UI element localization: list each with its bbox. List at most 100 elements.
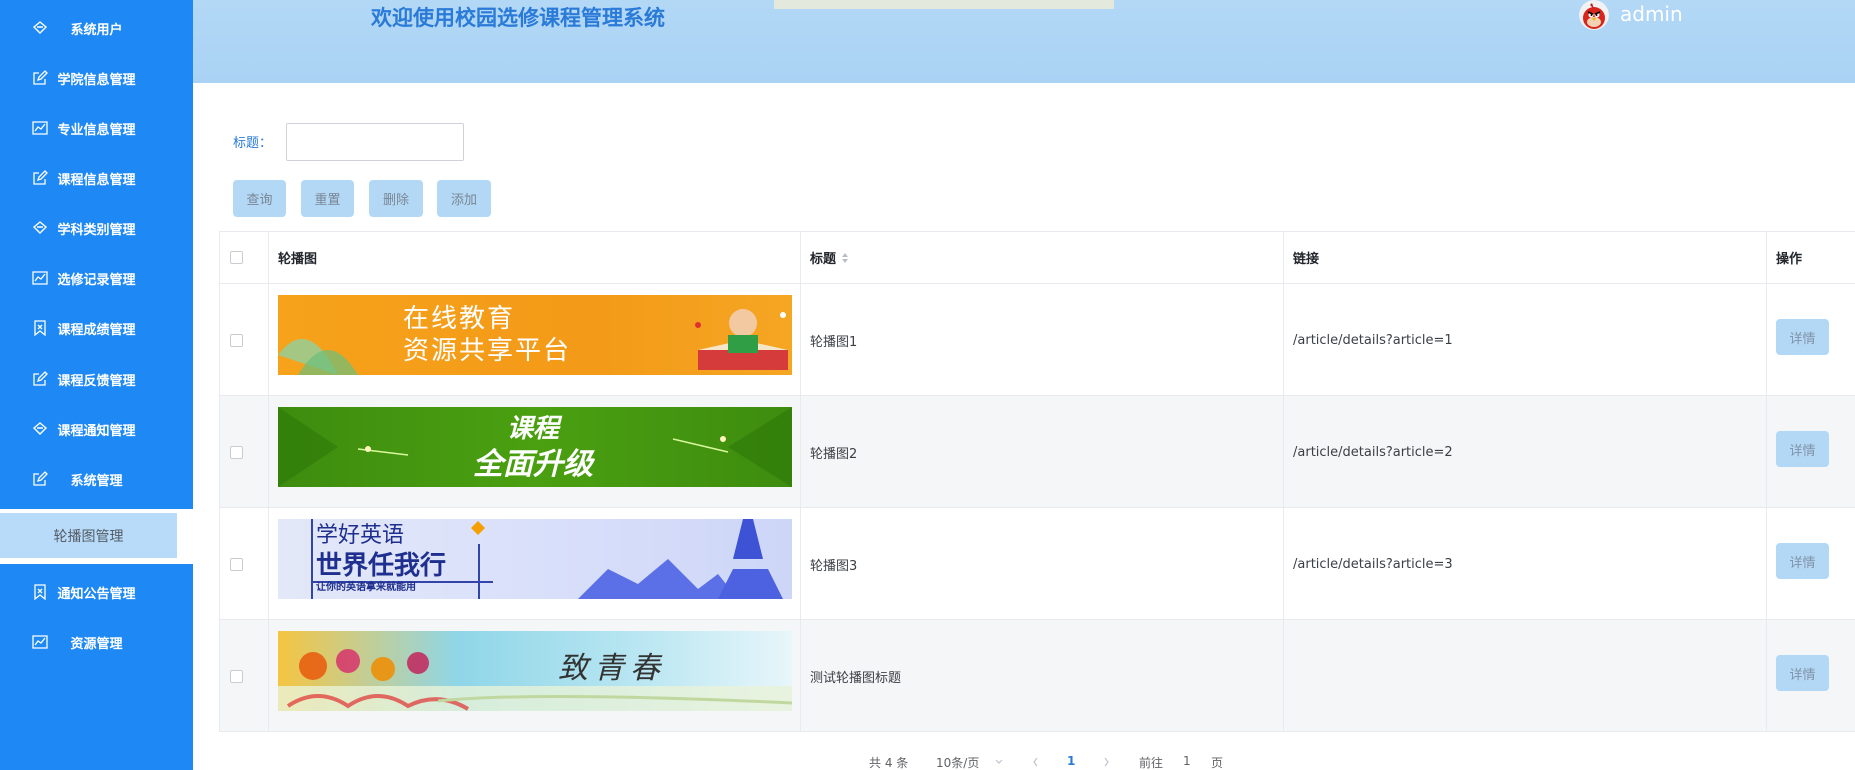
sort-icon[interactable] — [841, 252, 849, 264]
sidebar-item-label: 课程成绩管理 — [57, 322, 136, 338]
row-select-cell — [220, 284, 269, 396]
detail-button[interactable]: 详情 — [1776, 431, 1829, 467]
sidebar-item-course-grades[interactable]: 课程成绩管理 — [0, 303, 193, 353]
sidebar-item-resources[interactable]: 资源管理 — [0, 617, 193, 667]
banner-text-line: 致青春 — [558, 651, 666, 686]
row-checkbox[interactable] — [230, 333, 243, 347]
banner-image-course-upgrade: 课程 全面升级 — [278, 407, 792, 487]
link-cell — [1284, 620, 1767, 732]
action-cell: 详情 — [1767, 396, 1855, 508]
sidebar-item-major-info[interactable]: 专业信息管理 — [0, 103, 193, 153]
title-cell: 轮播图2 — [801, 396, 1284, 508]
banner-image-online-education: 在线教育 资源共享平台 — [278, 295, 792, 375]
sidebar-item-subject-category[interactable]: 学科类别管理 — [0, 203, 193, 253]
sidebar-item-course-info[interactable]: 课程信息管理 — [0, 153, 193, 203]
title-cell: 轮播图3 — [801, 508, 1284, 620]
column-header-label: 标题 — [810, 252, 837, 267]
sidebar-item-label: 学院信息管理 — [57, 72, 136, 88]
sidebar-item-system-users[interactable]: 系统用户 — [0, 3, 193, 53]
detail-button[interactable]: 详情 — [1776, 319, 1829, 355]
sidebar-item-course-notice[interactable]: 课程通知管理 — [0, 404, 193, 454]
sidebar-item-course-feedback[interactable]: 课程反馈管理 — [0, 354, 193, 404]
sidebar-subitem-label: 轮播图管理 — [53, 528, 124, 545]
submenu-panel: 轮播图管理 — [0, 509, 193, 564]
sidebar-item-system-management[interactable]: 系统管理 — [0, 454, 193, 504]
banner-cell: 致青春 — [269, 620, 801, 732]
banner-text-line: 世界任我行 — [316, 551, 447, 581]
top-header: 欢迎使用校园选修课程管理系统 admin — [193, 0, 1855, 83]
sidebar: 系统用户 学院信息管理 专业信息管理 课程信息管理 学科类别管理 选修记录管理 … — [0, 0, 193, 770]
pagination-total: 共 4 条 — [869, 756, 909, 770]
table-row: 致青春 测试轮播图标题 详情 — [220, 620, 1855, 732]
reset-button[interactable]: 重置 — [301, 180, 354, 217]
detail-button[interactable]: 详情 — [1776, 543, 1829, 579]
sidebar-item-label: 课程通知管理 — [57, 423, 136, 439]
sidebar-item-college-info[interactable]: 学院信息管理 — [0, 53, 193, 103]
sidebar-item-announcements[interactable]: 通知公告管理 — [0, 567, 193, 617]
row-checkbox[interactable] — [230, 669, 243, 683]
angry-bird-avatar-icon — [1579, 0, 1609, 30]
sidebar-item-label: 选修记录管理 — [57, 272, 136, 288]
chevron-down-icon[interactable] — [994, 757, 1004, 767]
banner-cell: 学好英语 世界任我行 让你的英语拿来就能用 — [269, 508, 801, 620]
sidebar-item-label: 系统管理 — [70, 473, 123, 489]
sidebar-item-label: 专业信息管理 — [57, 122, 136, 138]
page-size-select[interactable]: 10条/页 — [936, 754, 979, 770]
banner-text-line: 资源共享平台 — [403, 336, 572, 366]
banner-text-line: 让你的英语拿来就能用 — [316, 582, 416, 593]
link-cell: /article/details?article=1 — [1284, 284, 1767, 396]
row-checkbox[interactable] — [230, 557, 243, 571]
sidebar-subitem-carousel[interactable]: 轮播图管理 — [0, 513, 177, 558]
column-header-label: 轮播图 — [278, 252, 318, 267]
row-select-cell — [220, 508, 269, 620]
sidebar-item-elective-records[interactable]: 选修记录管理 — [0, 253, 193, 303]
column-header-action: 操作 — [1767, 232, 1855, 284]
row-checkbox[interactable] — [230, 445, 243, 459]
column-header-link: 链接 — [1284, 232, 1767, 284]
sidebar-item-label: 系统用户 — [70, 22, 123, 38]
action-cell: 详情 — [1767, 508, 1855, 620]
goto-suffix: 页 — [1211, 756, 1224, 770]
row-select-cell — [220, 396, 269, 508]
query-button[interactable]: 查询 — [233, 180, 286, 217]
table-row: 课程 全面升级 轮播图2 /article/details?article=2 … — [220, 396, 1855, 508]
action-cell: 详情 — [1767, 620, 1855, 732]
sidebar-item-label: 通知公告管理 — [57, 586, 136, 602]
page-title: 欢迎使用校园选修课程管理系统 — [371, 6, 665, 30]
detail-button[interactable]: 详情 — [1776, 655, 1829, 691]
banner-text-line: 在线教育 — [403, 304, 516, 334]
column-header-label: 操作 — [1776, 252, 1803, 267]
table-row: 学好英语 世界任我行 让你的英语拿来就能用 轮播图3 /article/deta… — [220, 508, 1855, 620]
add-button[interactable]: 添加 — [437, 180, 491, 217]
goto-prefix: 前往 — [1139, 756, 1164, 770]
banner-cell: 课程 全面升级 — [269, 396, 801, 508]
link-cell: /article/details?article=2 — [1284, 396, 1767, 508]
action-cell: 详情 — [1767, 284, 1855, 396]
column-header-banner: 轮播图 — [269, 232, 801, 284]
select-all-checkbox[interactable] — [230, 251, 243, 264]
chevron-right-icon[interactable] — [1101, 756, 1111, 768]
banner-cell: 在线教育 资源共享平台 — [269, 284, 801, 396]
column-header-title[interactable]: 标题 — [801, 232, 1284, 284]
banner-text-line: 课程 — [506, 414, 559, 444]
sidebar-item-label: 课程反馈管理 — [57, 373, 136, 389]
title-cell: 测试轮播图标题 — [801, 620, 1284, 732]
delete-button[interactable]: 删除 — [369, 180, 423, 217]
link-cell: /article/details?article=3 — [1284, 508, 1767, 620]
title-search-input[interactable] — [286, 123, 464, 161]
title-cell: 轮播图1 — [801, 284, 1284, 396]
banner-text-line: 全面升级 — [473, 447, 593, 482]
page-number-current[interactable]: 1 — [1067, 754, 1075, 768]
sidebar-item-label: 资源管理 — [70, 636, 123, 652]
admin-username[interactable]: admin — [1620, 2, 1683, 26]
sidebar-item-label: 课程信息管理 — [57, 172, 136, 188]
goto-page-input[interactable]: 1 — [1183, 754, 1191, 768]
banner-image-english: 学好英语 世界任我行 让你的英语拿来就能用 — [278, 519, 792, 599]
avatar[interactable] — [1579, 0, 1609, 30]
table-row: 在线教育 资源共享平台 轮播图1 /article/details?articl… — [220, 284, 1855, 396]
carousel-table: 轮播图 标题 链接 操作 在线教育 资源共享平台 轮播图1 /article/d… — [219, 231, 1855, 732]
chevron-left-icon[interactable] — [1031, 756, 1041, 768]
header-decoration-bar — [774, 0, 1114, 9]
banner-text-line: 学好英语 — [316, 523, 405, 548]
banner-art — [278, 649, 792, 711]
